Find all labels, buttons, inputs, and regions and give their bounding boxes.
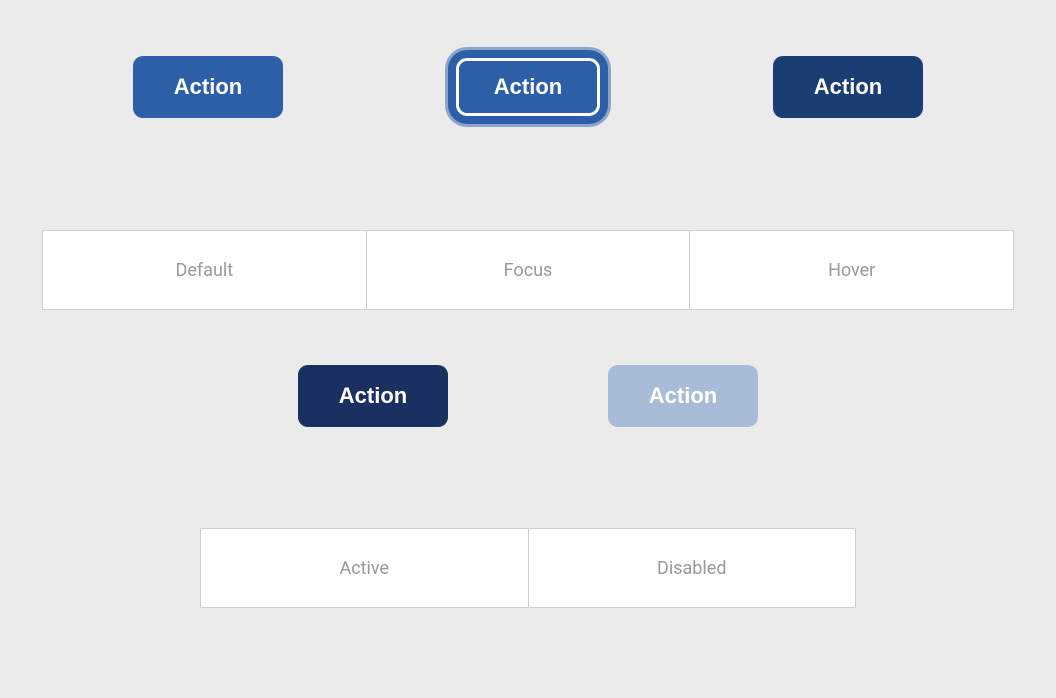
top-button-row: Action Action Action [0, 55, 1056, 119]
focus-btn-slot: Action [368, 55, 688, 119]
active-label: Active [339, 558, 389, 579]
bottom-button-row: Action Action [0, 365, 1056, 427]
default-btn-slot: Action [48, 56, 368, 118]
label-row: Default Focus Hover [42, 230, 1014, 310]
hover-label: Hover [828, 260, 875, 281]
focus-label: Focus [504, 260, 553, 281]
disabled-button: Action [608, 365, 758, 427]
disabled-label-cell: Disabled [528, 528, 857, 608]
hover-label-cell: Hover [689, 230, 1014, 310]
disabled-label: Disabled [657, 558, 726, 579]
canvas: Action Action Action Default Focus Hover… [0, 0, 1056, 698]
hover-btn-slot: Action [688, 56, 1008, 118]
default-button[interactable]: Action [133, 56, 283, 118]
active-label-cell: Active [200, 528, 528, 608]
bottom-label-row: Active Disabled [200, 528, 856, 608]
default-label: Default [176, 260, 234, 281]
hover-button[interactable]: Action [773, 56, 923, 118]
default-label-cell: Default [42, 230, 366, 310]
focus-button[interactable]: Action [453, 55, 603, 119]
active-button[interactable]: Action [298, 365, 448, 427]
focus-label-cell: Focus [366, 230, 690, 310]
